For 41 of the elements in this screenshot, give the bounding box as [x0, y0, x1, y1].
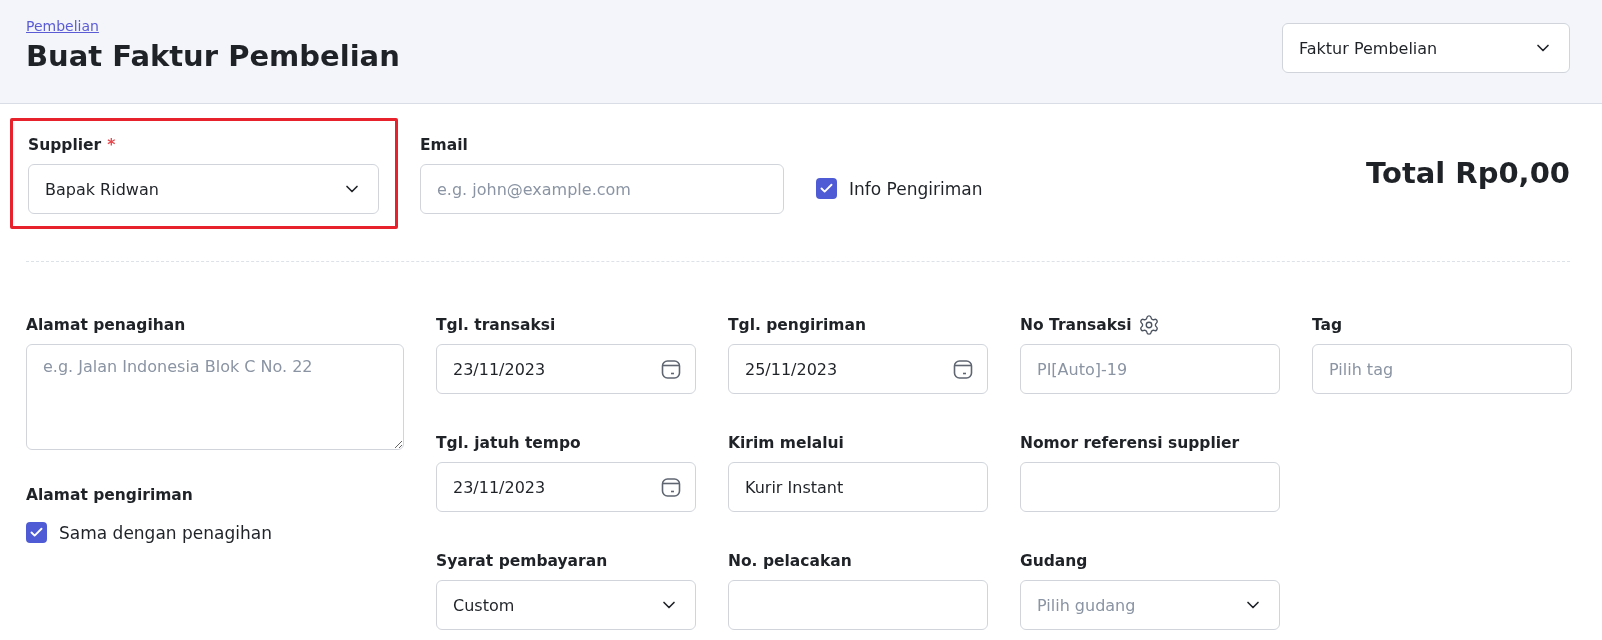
required-mark: * — [107, 136, 116, 154]
breadcrumb-link[interactable]: Pembelian — [26, 18, 99, 34]
checkbox-label: Sama dengan penagihan — [59, 522, 272, 543]
text-field[interactable]: Pilih tag — [1312, 344, 1572, 394]
field-label: Alamat penagihan — [26, 316, 186, 334]
date-field[interactable]: 23/11/2023 — [436, 462, 696, 512]
field-label: Nomor referensi supplier — [1020, 434, 1240, 452]
settings-icon[interactable] — [1137, 314, 1160, 336]
field-label: Email — [420, 136, 468, 154]
field-label: Tgl. transaksi — [436, 316, 556, 334]
supplier-select[interactable]: Bapak Ridwan — [28, 164, 379, 214]
field-label: Tgl. pengiriman — [728, 316, 866, 334]
date-field[interactable]: 25/11/2023 — [728, 344, 988, 394]
calendar-icon[interactable] — [952, 358, 974, 380]
calendar-icon[interactable] — [660, 358, 682, 380]
check-icon — [819, 181, 834, 196]
field-label: No. pelacakan — [728, 552, 852, 570]
total-amount: Total Rp0,00 — [1366, 155, 1570, 190]
field-label: Gudang — [1020, 552, 1088, 570]
checkbox[interactable] — [26, 522, 47, 543]
date-field[interactable]: 23/11/2023 — [436, 344, 696, 394]
select-field[interactable]: Custom — [436, 580, 696, 630]
field-label: No Transaksi — [1020, 316, 1132, 334]
checkbox[interactable] — [816, 178, 837, 199]
text-field[interactable]: PI[Auto]-19 — [1020, 344, 1280, 394]
email-field[interactable]: e.g. john@example.com — [420, 164, 784, 214]
field-label: Alamat pengiriman — [26, 486, 193, 504]
text-field[interactable]: Kurir Instant — [728, 462, 988, 512]
text-field[interactable] — [1020, 462, 1280, 512]
field-label: Kirim melalui — [728, 434, 844, 452]
field-label: Syarat pembayaran — [436, 552, 608, 570]
address-textarea[interactable]: e.g. Jalan Indonesia Blok C No. 22 — [26, 344, 404, 450]
document-type-select[interactable]: Faktur Pembelian — [1282, 23, 1570, 73]
field-label: Tgl. jatuh tempo — [436, 434, 581, 452]
page-title: Buat Faktur Pembelian — [26, 39, 400, 73]
field-label: Supplier — [28, 136, 102, 154]
calendar-icon[interactable] — [660, 476, 682, 498]
text-field[interactable] — [728, 580, 988, 630]
checkbox-label: Info Pengiriman — [849, 178, 983, 199]
check-icon — [29, 525, 44, 540]
field-label: Tag — [1312, 316, 1343, 334]
